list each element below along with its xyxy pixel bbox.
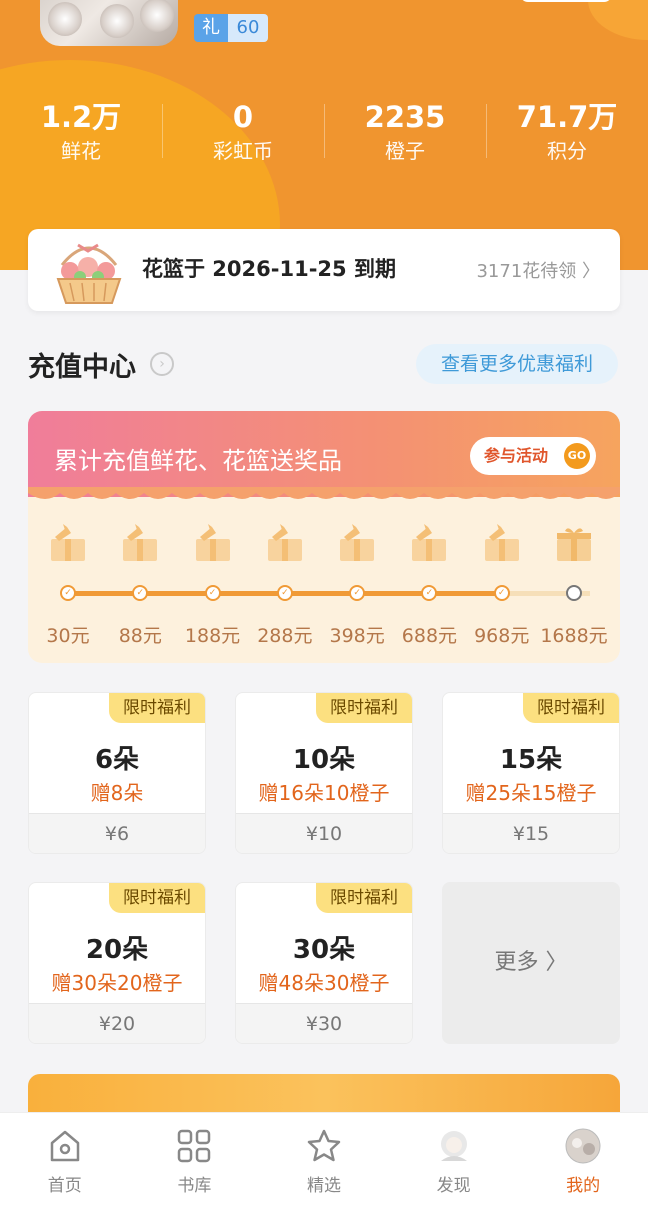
- milestone-amount: 398元: [329, 625, 385, 647]
- stat-points[interactable]: 71.7万 积分: [486, 98, 648, 168]
- milestone-dot: ✓: [276, 585, 293, 601]
- tab-mine[interactable]: 我的: [518, 1113, 648, 1206]
- gift-box-icon: [484, 524, 519, 561]
- milestone-dot: ✓: [204, 585, 221, 601]
- character-icon: [440, 1131, 467, 1161]
- milestone-dot: ✓: [349, 585, 366, 601]
- limited-offer-tag: 限时福利: [109, 883, 205, 913]
- tab-discover[interactable]: 发现: [389, 1113, 519, 1206]
- home-icon: [50, 1130, 80, 1162]
- more-packages-button[interactable]: 更多 〉: [442, 882, 620, 1044]
- package-price: ¥15: [443, 813, 619, 853]
- package-card[interactable]: 限时福利 30朵 赠48朵30橙子 ¥30: [235, 882, 413, 1044]
- tab-home[interactable]: 首页: [0, 1113, 130, 1206]
- star-icon: [307, 1129, 341, 1162]
- package-amount: 10朵: [292, 745, 356, 775]
- tab-label: 发现: [436, 1176, 471, 1196]
- milestone-amount: 288元: [257, 625, 313, 647]
- gift-box-icon: [51, 524, 85, 561]
- tab-label: 书库: [177, 1176, 212, 1196]
- gift-box-icon: [123, 524, 158, 561]
- gift-box-icon: [557, 528, 591, 561]
- tab-label: 首页: [47, 1176, 82, 1196]
- stat-flowers[interactable]: 1.2万 鲜花: [0, 98, 162, 168]
- package-bonus: 赠16朵10橙子: [258, 781, 390, 805]
- stat-label: 鲜花: [61, 139, 101, 163]
- limited-offer-tag: 限时福利: [316, 693, 412, 723]
- milestone-dot: ✓: [132, 585, 149, 601]
- gift-box-icon: [195, 524, 230, 561]
- tab-label: 我的: [566, 1176, 601, 1196]
- user-avatar[interactable]: [40, 0, 178, 46]
- stats-row: 1.2万 鲜花 0 彩虹币 2235 橙子 71.7万 积分: [0, 98, 648, 168]
- package-card[interactable]: 限时福利 15朵 赠25朵15橙子 ¥15: [442, 692, 620, 854]
- gift-box-icon: [340, 524, 375, 561]
- package-price: ¥20: [29, 1003, 205, 1043]
- bottom-tab-bar: 首页 书库 精选 发现 我的: [0, 1112, 648, 1206]
- header-decoration: [588, 0, 648, 40]
- stat-label: 积分: [547, 139, 587, 163]
- milestone-dot: ✓: [60, 585, 76, 601]
- gift-box-icon: [267, 524, 302, 561]
- package-price: ¥6: [29, 813, 205, 853]
- info-icon[interactable]: ›: [150, 352, 174, 376]
- more-benefits-button[interactable]: 查看更多优惠福利: [416, 344, 618, 384]
- milestone-amount: 688元: [401, 625, 458, 647]
- package-amount: 6朵: [94, 745, 140, 775]
- stat-oranges[interactable]: 2235 橙子: [324, 98, 486, 168]
- tab-label: 精选: [306, 1176, 341, 1196]
- milestone-dot: ✓: [566, 585, 582, 601]
- promo-wave-divider: [28, 487, 620, 499]
- avatar-icon: [565, 1128, 601, 1164]
- join-activity-label: 参与活动: [484, 446, 549, 465]
- stat-label: 彩虹币: [213, 139, 273, 163]
- join-activity-button[interactable]: 参与活动 GO: [470, 437, 596, 475]
- milestone-amount: 968元: [474, 625, 530, 647]
- package-bonus: 赠30朵20橙子: [51, 971, 183, 995]
- stat-label: 橙子: [385, 139, 425, 163]
- milestone-amount: 30元: [46, 625, 90, 647]
- stat-value: 1.2万: [40, 100, 122, 134]
- package-card[interactable]: 限时福利 6朵 赠8朵 ¥6: [28, 692, 206, 854]
- milestone-dot: ✓: [421, 585, 438, 601]
- milestone-amount: 188元: [184, 625, 241, 647]
- gift-badge-key: 礼: [194, 14, 228, 42]
- milestone-amount: 88元: [118, 625, 162, 647]
- header-button[interactable]: [520, 0, 612, 2]
- flower-basket-icon: [56, 243, 122, 304]
- package-amount: 20朵: [85, 935, 149, 965]
- stat-value: 71.7万: [516, 100, 618, 134]
- package-card[interactable]: 限时福利 10朵 赠16朵10橙子 ¥10: [235, 692, 413, 854]
- package-card[interactable]: 限时福利 20朵 赠30朵20橙子 ¥20: [28, 882, 206, 1044]
- package-bonus: 赠48朵30橙子: [258, 971, 390, 995]
- gift-box-icon: [412, 524, 447, 561]
- milestone-amount: 1688元: [540, 625, 608, 647]
- milestone-dot: ✓: [493, 585, 510, 601]
- package-amount: 15朵: [499, 745, 563, 775]
- limited-offer-tag: 限时福利: [316, 883, 412, 913]
- package-price: ¥30: [236, 1003, 412, 1043]
- stat-value: 2235: [364, 100, 446, 134]
- gift-badge[interactable]: 礼 60: [194, 14, 268, 42]
- limited-offer-tag: 限时福利: [109, 693, 205, 723]
- package-price: ¥10: [236, 813, 412, 853]
- grid-icon: [178, 1129, 211, 1163]
- limited-offer-tag: 限时福利: [523, 693, 619, 723]
- flower-basket-card[interactable]: 花篮于 2026-11-25 到期 3171花待领 〉: [28, 229, 620, 311]
- go-badge: GO: [564, 443, 590, 469]
- stat-rainbow-coins[interactable]: 0 彩虹币: [162, 98, 324, 168]
- promo-title: 累计充值鲜花、花篮送奖品: [54, 447, 342, 475]
- package-amount: 30朵: [292, 935, 356, 965]
- package-bonus: 赠25朵15橙子: [465, 781, 597, 805]
- recharge-center-title: 充值中心: [28, 352, 136, 383]
- package-bonus: 赠8朵: [90, 781, 144, 805]
- cumulative-recharge-promo: 累计充值鲜花、花篮送奖品 参与活动 GO ✓ 30元 ✓ 88元 ✓ 188元 ✓ 288元 ✓…: [28, 411, 620, 663]
- stat-value: 0: [232, 100, 254, 134]
- tab-library[interactable]: 书库: [130, 1113, 260, 1206]
- tab-featured[interactable]: 精选: [259, 1113, 389, 1206]
- gift-badge-value: 60: [228, 14, 268, 42]
- basket-expiry-text: 花篮于 2026-11-25 到期: [142, 257, 396, 281]
- basket-pending-link[interactable]: 3171花待领 〉: [476, 257, 600, 283]
